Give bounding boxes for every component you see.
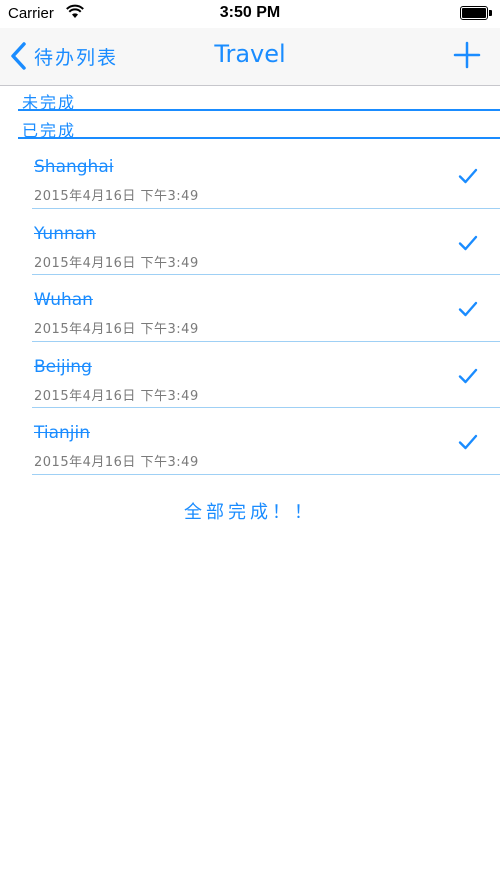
- checkmark-icon: [458, 235, 478, 250]
- checkmark-icon: [458, 368, 478, 383]
- task-date: 2015年4月16日 下午3:49: [34, 322, 199, 338]
- checkmark-icon: [458, 435, 478, 450]
- navigation-bar: 待办列表 Travel: [0, 28, 500, 86]
- back-button[interactable]: 待办列表: [8, 38, 118, 74]
- back-button-label: 待办列表: [34, 46, 119, 69]
- task-name: Shanghai: [34, 157, 114, 177]
- checkmark-icon: [458, 301, 478, 317]
- task-name: Beijing: [34, 356, 92, 377]
- section-divider: [18, 137, 500, 139]
- screen: Carrier 3:50 PM 待办列表 Travel 未完成 已完成 Shan…: [0, 0, 500, 889]
- add-button[interactable]: [452, 40, 482, 70]
- task-row[interactable]: Wuhan 2015年4月16日 下午3:49: [0, 275, 500, 342]
- status-time: 3:50 PM: [219, 4, 281, 21]
- task-name: Yunnan: [34, 223, 96, 244]
- section-header-incomplete: 未完成: [0, 87, 500, 112]
- task-row[interactable]: Beijing 2015年4月16日 下午3:49: [0, 342, 500, 409]
- task-date: 2015年4月16日 下午3:49: [34, 189, 199, 204]
- page-title: Travel: [214, 40, 286, 68]
- checkmark-icon: [458, 168, 478, 184]
- task-row[interactable]: Tianjin 2015年4月16日 下午3:49: [0, 408, 500, 475]
- task-row[interactable]: Shanghai 2015年4月16日 下午3:49: [0, 142, 500, 209]
- task-date: 2015年4月16日 下午3:49: [34, 455, 199, 471]
- task-row[interactable]: Yunnan 2015年4月16日 下午3:49: [0, 209, 500, 276]
- battery-icon: [460, 6, 492, 20]
- all-done-message: 全部完成！！: [184, 502, 316, 523]
- section-header-complete: 已完成: [0, 115, 500, 140]
- section-divider: [18, 109, 500, 111]
- row-separator: [32, 473, 500, 475]
- chevron-left-icon: [11, 42, 26, 70]
- status-bar: Carrier 3:50 PM: [0, 0, 500, 28]
- task-date: 2015年4月16日 下午3:49: [34, 388, 199, 404]
- task-name: Tianjin: [34, 423, 90, 444]
- task-list: Shanghai 2015年4月16日 下午3:49 Yunnan 2015年4…: [0, 142, 500, 475]
- task-date: 2015年4月16日 下午3:49: [34, 255, 199, 271]
- task-name: Wuhan: [34, 290, 93, 311]
